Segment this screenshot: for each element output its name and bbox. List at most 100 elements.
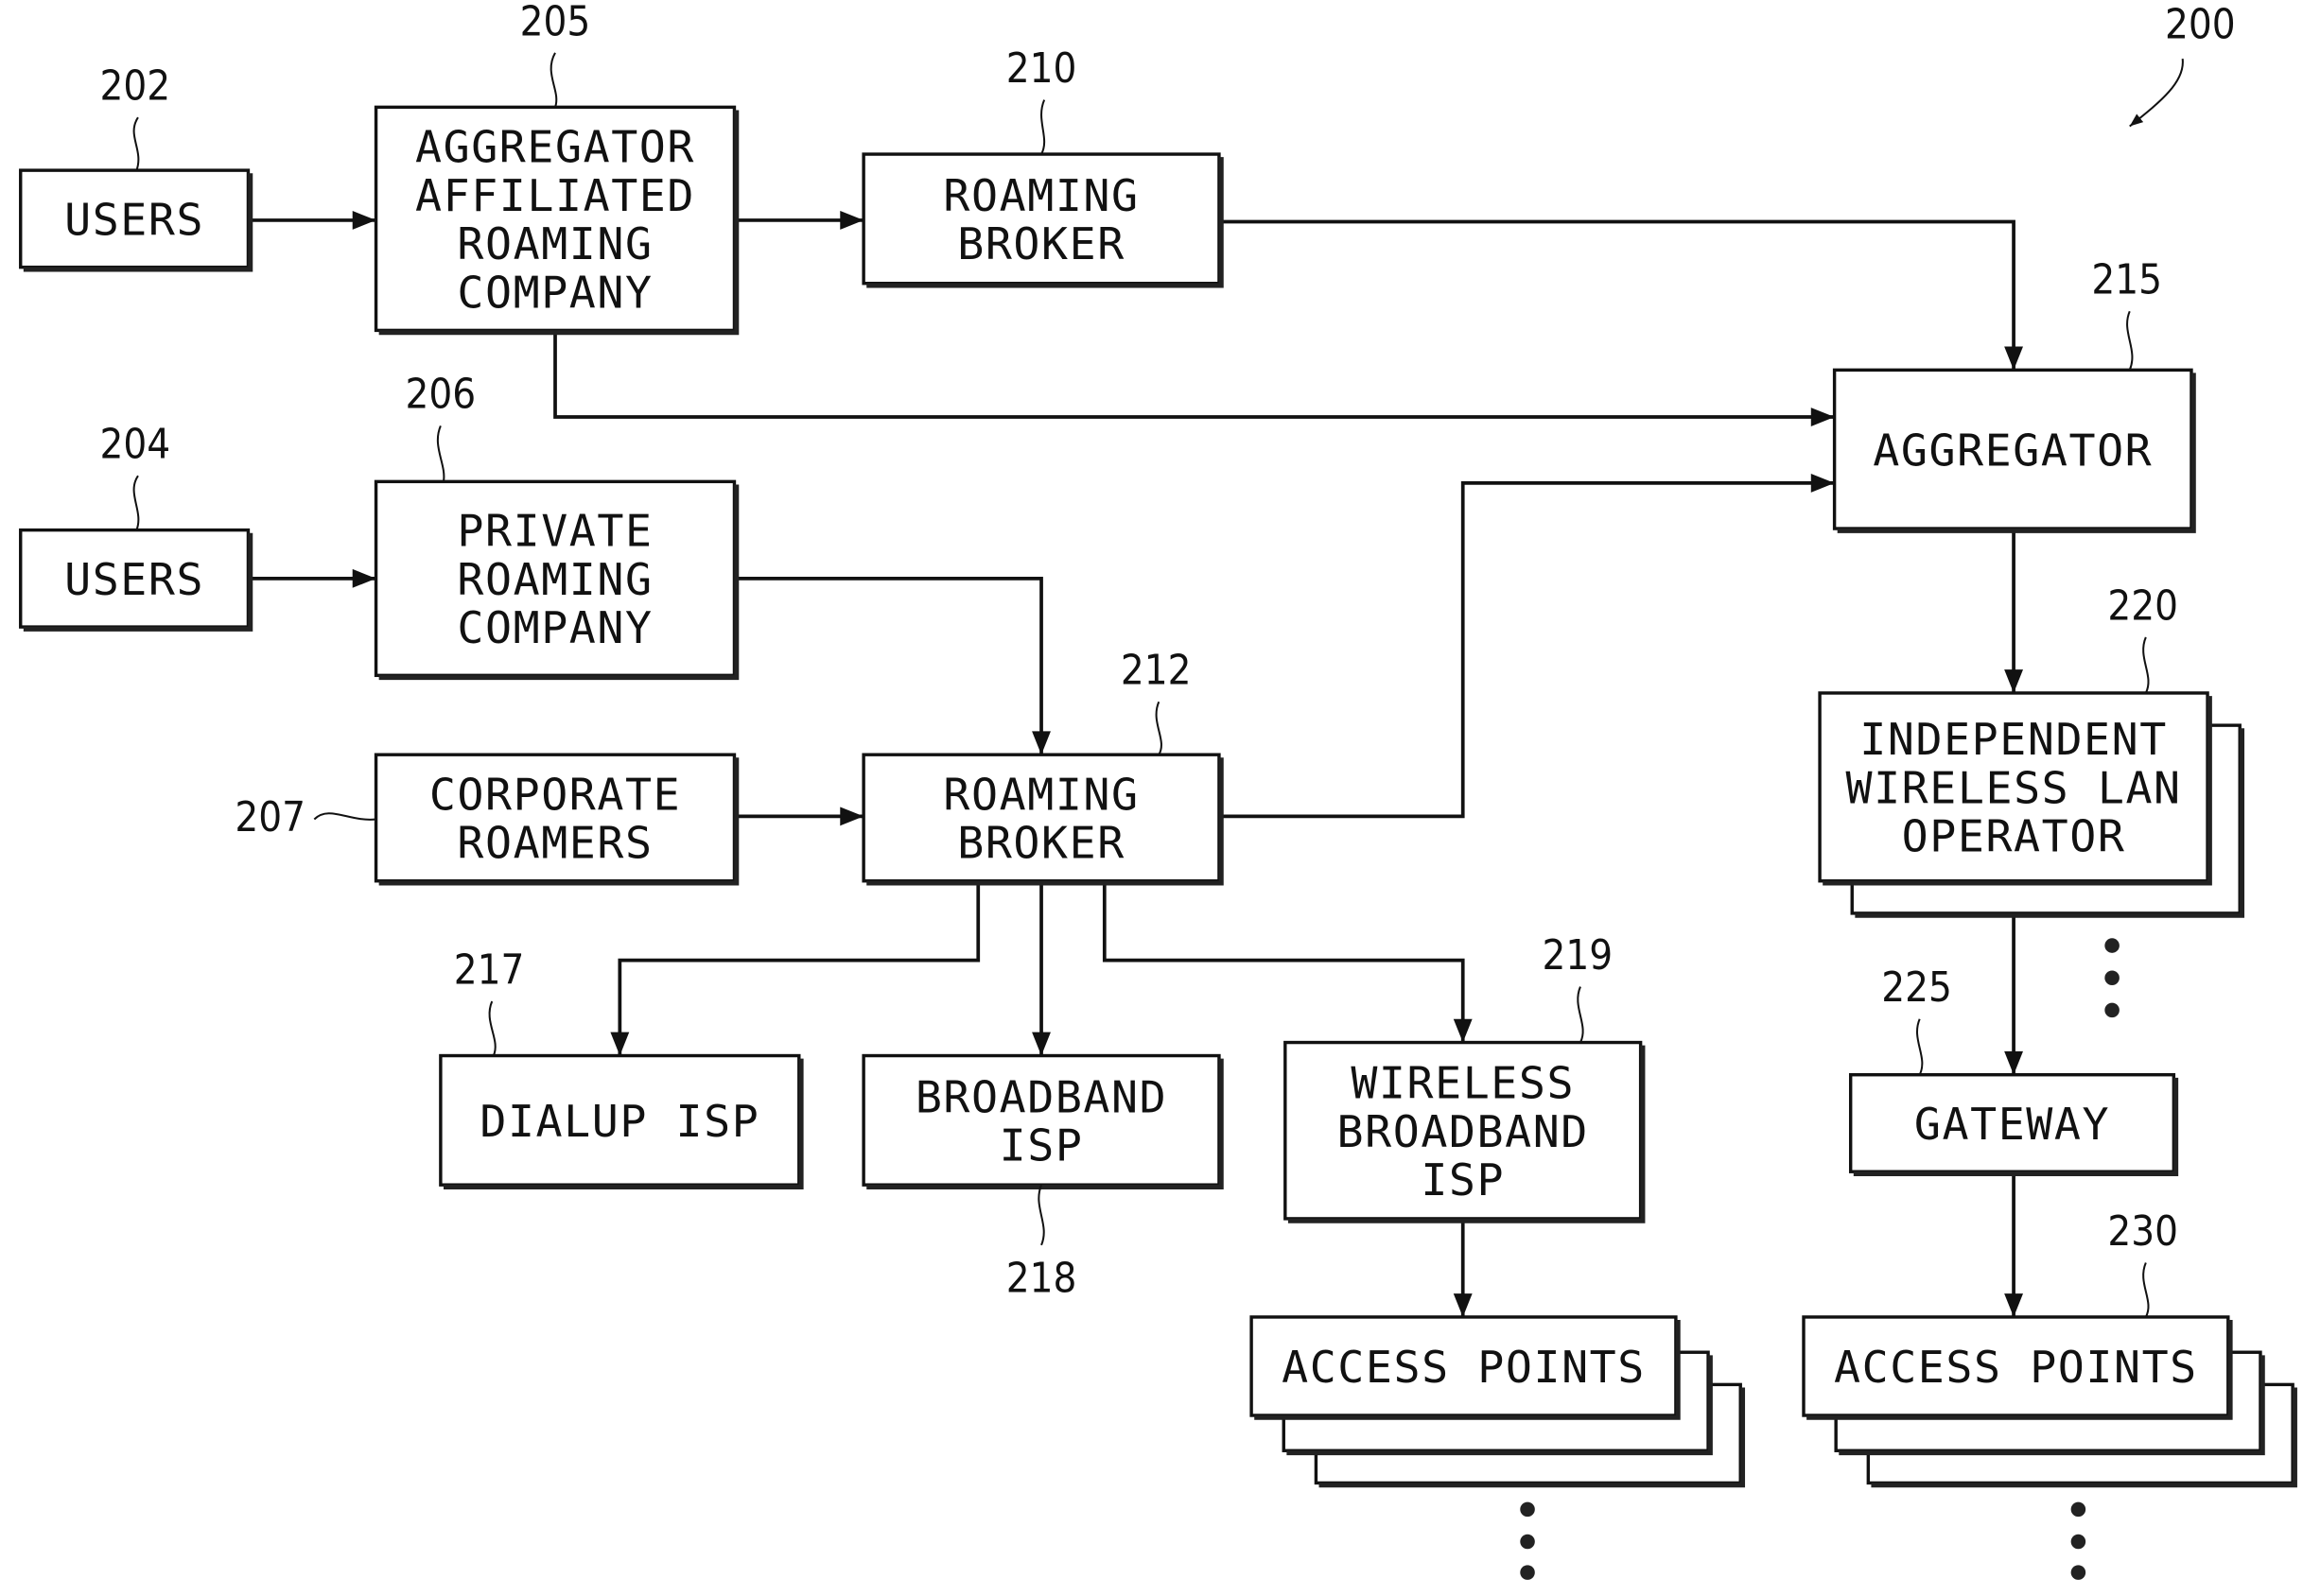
reference-numeral: 205 bbox=[520, 0, 591, 45]
box-label-line: USERS bbox=[64, 554, 204, 605]
leader-line bbox=[550, 52, 558, 108]
box-layer: USERSAGGREGATORAFFILIATEDROAMINGCOMPANYR… bbox=[19, 105, 2297, 1488]
ref-202: 202 bbox=[100, 63, 171, 171]
reference-numeral: 225 bbox=[1881, 964, 1952, 1012]
leader-line bbox=[2126, 310, 2134, 371]
leader-line bbox=[488, 1000, 497, 1056]
box-gateway-225: GATEWAY bbox=[1848, 1073, 2179, 1177]
ref-205: 205 bbox=[520, 0, 591, 108]
box-label-line: ROAMERS bbox=[457, 818, 653, 869]
ref-220: 220 bbox=[2107, 582, 2178, 694]
reference-numeral: 206 bbox=[406, 372, 477, 419]
edge-aggregator-affiliated-205-to-aggregator-215 bbox=[553, 330, 1835, 426]
leader-line bbox=[1155, 701, 1162, 755]
reference-numeral: 215 bbox=[2091, 257, 2162, 304]
reference-numeral: 202 bbox=[100, 63, 171, 111]
box-label-line: ACCESS POINTS bbox=[1282, 1342, 1646, 1393]
edge-private-roaming-206-to-roaming-broker-212 bbox=[734, 576, 1051, 755]
leader-line bbox=[436, 425, 445, 482]
box-aggregator-affiliated-205: AGGREGATORAFFILIATEDROAMINGCOMPANY bbox=[374, 105, 740, 336]
box-label-line: CORPORATE bbox=[429, 769, 681, 820]
box-label-line: BROKER bbox=[957, 818, 1125, 869]
box-private-roaming-206: PRIVATEROAMINGCOMPANY bbox=[374, 479, 740, 681]
edge-roaming-broker-212-to-dialup-isp-217 bbox=[610, 880, 981, 1056]
edge-roaming-broker-210-to-aggregator-215 bbox=[1218, 219, 2024, 371]
box-label-line: OPERATOR bbox=[1902, 811, 2126, 862]
continuation-dot-icon bbox=[1520, 1501, 1535, 1518]
box-broadband-isp-218: BROADBANDISP bbox=[862, 1053, 1224, 1190]
box-label-line: INDEPENDENT bbox=[1859, 714, 2168, 765]
figure-number: 200 bbox=[2165, 1, 2236, 48]
continuation-dot-icon bbox=[1520, 1534, 1535, 1550]
box-independent-wlan-operator-220: INDEPENDENTWIRELESS LANOPERATOR bbox=[1818, 691, 2245, 918]
ref-225: 225 bbox=[1881, 964, 1952, 1076]
ref-212: 212 bbox=[1121, 648, 1192, 755]
box-label-line: ROAMING bbox=[943, 170, 1139, 221]
ref-206: 206 bbox=[406, 372, 477, 482]
reference-numeral: 210 bbox=[1006, 45, 1077, 93]
continuation-dot-icon bbox=[2104, 1002, 2120, 1018]
leader-line bbox=[1040, 99, 1046, 155]
box-label-line: BROKER bbox=[957, 218, 1125, 269]
leader-line bbox=[2142, 1262, 2150, 1318]
ref-230: 230 bbox=[2107, 1208, 2178, 1318]
box-label-line: WIRELESS LAN bbox=[1845, 762, 2181, 813]
continuation-dot-icon bbox=[2070, 1534, 2086, 1550]
reference-numeral: 212 bbox=[1121, 648, 1192, 695]
box-label-line: COMPANY bbox=[457, 602, 653, 653]
ref-204: 204 bbox=[100, 422, 171, 530]
reference-numeral: 217 bbox=[454, 946, 525, 994]
box-label-line: ROAMING bbox=[943, 769, 1139, 820]
ref-217: 217 bbox=[454, 946, 525, 1056]
leader-line bbox=[132, 475, 140, 530]
continuation-dot-icon bbox=[2070, 1501, 2086, 1518]
box-access-points-219: ACCESS POINTS bbox=[1249, 1315, 1746, 1488]
box-users-202: USERS bbox=[19, 168, 253, 272]
box-label-line: ACCESS POINTS bbox=[1834, 1342, 2198, 1393]
box-label-line: BROADBAND bbox=[916, 1071, 1167, 1122]
box-label-line: WIRELESS bbox=[1351, 1058, 1575, 1109]
ref-207: 207 bbox=[235, 794, 376, 841]
box-label-line: ROAMING bbox=[457, 554, 653, 605]
continuation-dot-icon bbox=[2104, 970, 2120, 985]
box-label-line: BROADBAND bbox=[1337, 1106, 1589, 1157]
box-label-line: AGGREGATOR bbox=[415, 122, 695, 173]
leader-line bbox=[1915, 1018, 1924, 1076]
reference-numeral: 218 bbox=[1006, 1256, 1077, 1303]
ref-215: 215 bbox=[2091, 257, 2162, 371]
reference-numeral: 207 bbox=[235, 794, 305, 841]
leader-line bbox=[313, 812, 376, 821]
continuation-dot-icon bbox=[2104, 938, 2120, 953]
leader-line bbox=[1577, 986, 1584, 1044]
box-roaming-broker-212: ROAMINGBROKER bbox=[862, 753, 1224, 886]
reference-numeral: 219 bbox=[1543, 932, 1614, 980]
ref-210: 210 bbox=[1006, 45, 1077, 155]
continuation-dot-icon bbox=[1520, 1565, 1535, 1580]
box-corporate-roamers-207: CORPORATEROAMERS bbox=[374, 753, 740, 886]
box-label-line: COMPANY bbox=[457, 267, 653, 318]
edge-roaming-broker-212-to-wireless-broadband-isp-219 bbox=[1102, 880, 1473, 1043]
box-aggregator-215: AGGREGATOR bbox=[1832, 368, 2196, 533]
box-label-line: ISP bbox=[1421, 1154, 1505, 1206]
reference-numeral: 230 bbox=[2107, 1208, 2178, 1256]
box-dialup-isp-217: DIALUP ISP bbox=[439, 1053, 804, 1190]
box-label-line: ROAMING bbox=[457, 218, 653, 269]
edge-roaming-broker-212-to-aggregator-215 bbox=[1218, 473, 1835, 819]
ref-219: 219 bbox=[1543, 932, 1614, 1044]
box-users-204: USERS bbox=[19, 528, 253, 632]
leader-line bbox=[1038, 1184, 1045, 1246]
continuation-dot-icon bbox=[2070, 1565, 2086, 1580]
box-label-line: AGGREGATOR bbox=[1873, 425, 2153, 476]
reference-numeral: 220 bbox=[2107, 582, 2178, 630]
box-label-line: PRIVATE bbox=[457, 506, 653, 557]
roaming-network-diagram: USERSAGGREGATORAFFILIATEDROAMINGCOMPANYR… bbox=[19, 0, 2297, 1580]
box-label-line: GATEWAY bbox=[1914, 1099, 2110, 1150]
box-label-line: USERS bbox=[64, 194, 204, 245]
box-label-line: AFFILIATED bbox=[415, 170, 695, 221]
ref-218: 218 bbox=[1006, 1184, 1077, 1303]
leader-line bbox=[132, 116, 140, 171]
reference-numeral: 204 bbox=[100, 422, 171, 469]
leader-line bbox=[2142, 636, 2150, 694]
box-roaming-broker-210: ROAMINGBROKER bbox=[862, 152, 1224, 288]
box-wireless-broadband-isp-219: WIRELESSBROADBANDISP bbox=[1283, 1040, 1646, 1223]
